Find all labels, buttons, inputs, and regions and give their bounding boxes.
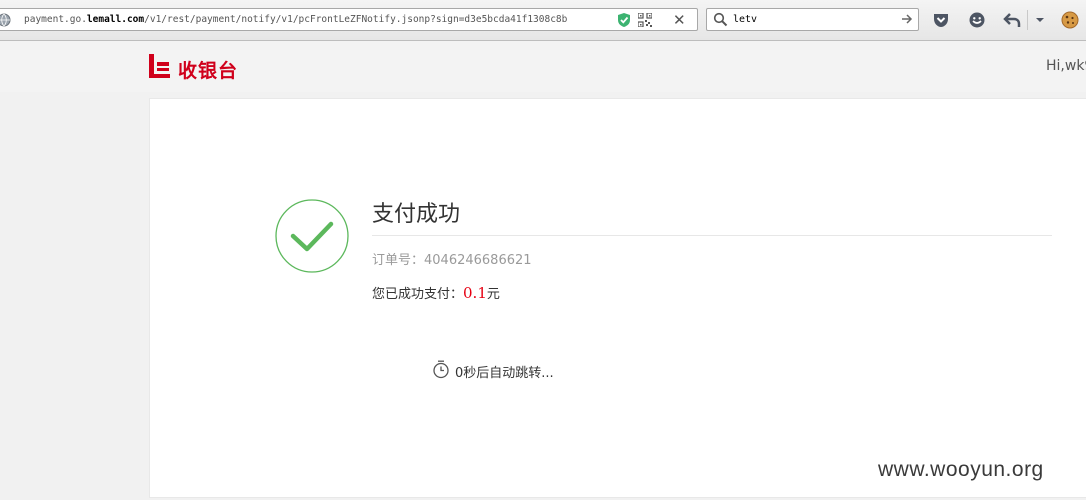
page-header: 收银台 Hi,wk9 [0, 41, 1086, 92]
success-check-icon [275, 199, 349, 273]
payment-success-title: 支付成功 [372, 202, 461, 227]
address-bar[interactable]: payment.go.lemall.com/v1/rest/payment/no… [0, 8, 698, 31]
content-card [149, 98, 1086, 498]
close-icon[interactable]: ✕ [673, 10, 686, 30]
redirect-countdown: 0秒后自动跳转... [455, 366, 554, 381]
search-bar[interactable]: letv [706, 8, 919, 31]
back-icon[interactable] [1002, 10, 1022, 30]
qr-code-icon[interactable] [638, 13, 652, 27]
paid-amount: 0.1 [463, 284, 487, 302]
currency: 元 [486, 287, 500, 302]
order-number-line: 订单号：4046246686621 [372, 249, 532, 268]
globe-icon [0, 13, 11, 27]
search-input[interactable]: letv [733, 13, 757, 27]
go-arrow-icon[interactable] [900, 12, 914, 26]
shield-icon[interactable] [617, 12, 631, 28]
timer-icon [433, 360, 449, 379]
letv-logo[interactable] [148, 54, 172, 80]
browser-toolbar: payment.go.lemall.com/v1/rest/payment/no… [0, 0, 1086, 41]
user-greeting[interactable]: Hi,wk9 [1046, 58, 1086, 74]
watermark: www.wooyun.org [878, 458, 1044, 481]
paid-label: 您已成功支付： [372, 287, 464, 302]
paid-amount-line: 您已成功支付：0.1元 [372, 283, 500, 302]
dropdown-icon[interactable] [1031, 10, 1051, 30]
cashier-title: 收银台 [178, 60, 239, 82]
cookie-icon[interactable] [1060, 10, 1080, 30]
divider [372, 235, 1052, 236]
smiley-icon[interactable] [967, 10, 987, 30]
order-number: 4046246686621 [424, 253, 532, 268]
order-label: 订单号： [372, 253, 425, 268]
pocket-icon[interactable] [931, 10, 951, 30]
search-icon [713, 12, 728, 27]
url-text[interactable]: payment.go.lemall.com/v1/rest/payment/no… [24, 13, 594, 27]
toolbar-separator [1027, 10, 1028, 30]
